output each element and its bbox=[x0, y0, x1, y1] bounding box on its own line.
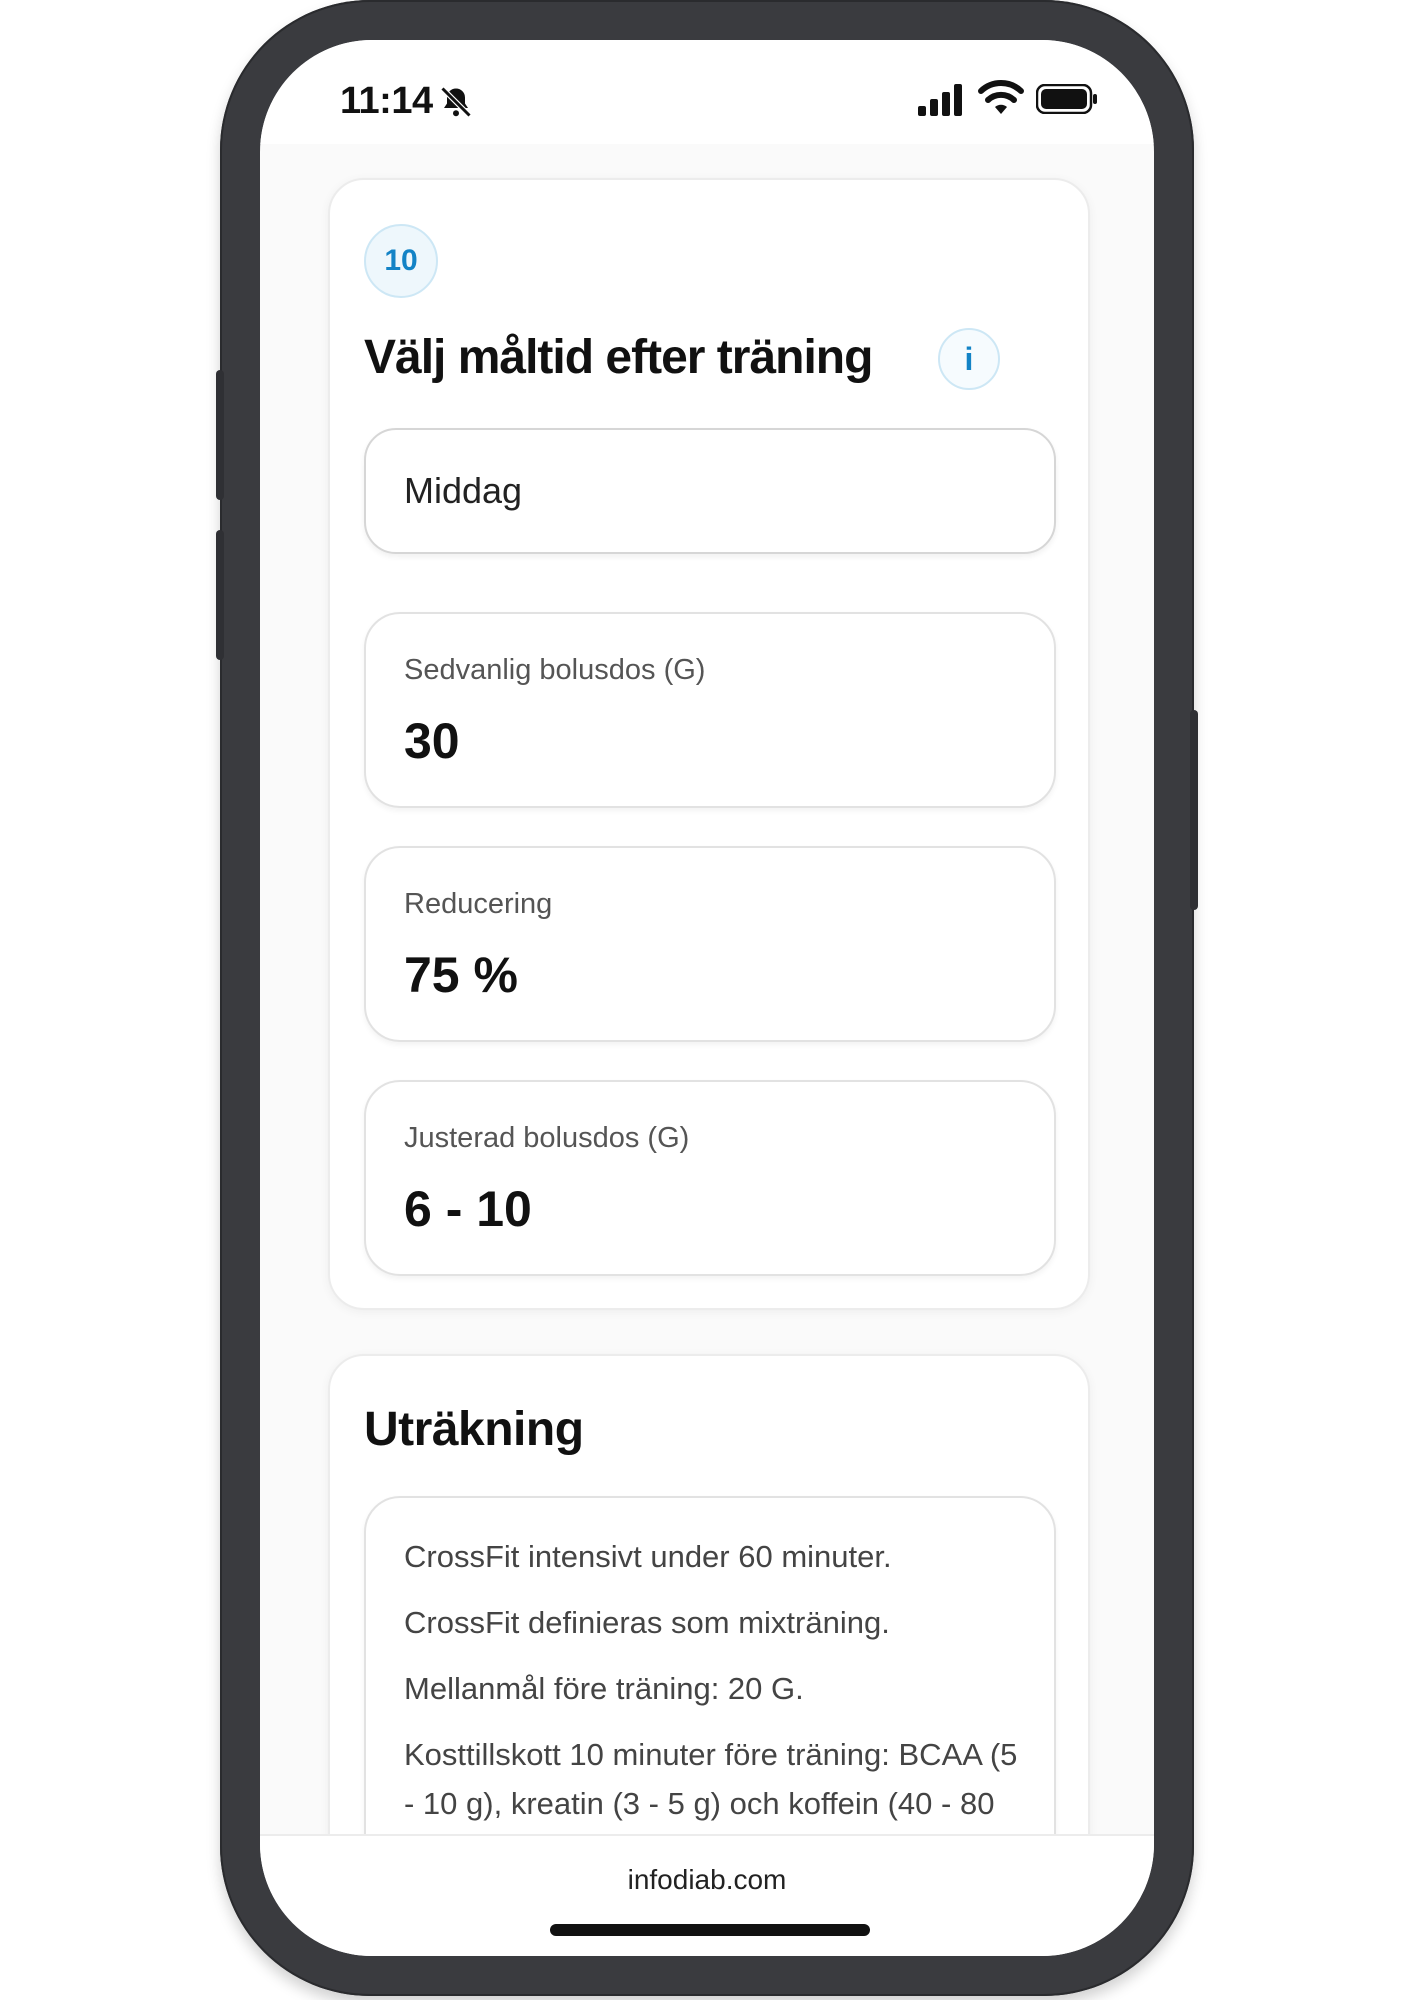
wifi-icon bbox=[978, 80, 1024, 114]
adjusted-bolus-field: Justerad bolusdos (G) 6 - 10 bbox=[364, 1080, 1056, 1276]
field-value: 75 % bbox=[404, 947, 518, 1003]
page-content: 10 Välj måltid efter träning i Middag Se… bbox=[260, 144, 1154, 1844]
calculation-card: Uträkning CrossFit intensivt under 60 mi… bbox=[328, 1354, 1090, 1844]
power-button bbox=[1190, 710, 1198, 910]
meal-card: 10 Välj måltid efter träning i Middag Se… bbox=[328, 178, 1090, 1310]
calculation-line: Mellanmål före träning: 20 G. bbox=[404, 1671, 804, 1706]
calculation-line: CrossFit definieras som mixträning. bbox=[404, 1605, 890, 1640]
meal-select[interactable]: Middag bbox=[364, 428, 1056, 554]
phone-screen: 11:14 10 Välj måltid efter träning i Mid… bbox=[260, 40, 1154, 1956]
reduction-field: Reducering 75 % bbox=[364, 846, 1056, 1042]
phone-frame: 11:14 10 Välj måltid efter träning i Mid… bbox=[216, 0, 1198, 1996]
calculation-line: Kosttillskott 10 minuter före träning: B… bbox=[404, 1737, 1018, 1844]
page-title: Välj måltid efter träning bbox=[364, 331, 873, 384]
calculation-box: CrossFit intensivt under 60 minuter. Cro… bbox=[364, 1496, 1056, 1844]
volume-down-button bbox=[216, 530, 224, 660]
url-bar[interactable]: infodiab.com bbox=[260, 1864, 1154, 1896]
field-value: 30 bbox=[404, 713, 460, 769]
field-label: Sedvanlig bolusdos (G) bbox=[404, 654, 706, 686]
calculation-title: Uträkning bbox=[364, 1403, 584, 1456]
field-value: 6 - 10 bbox=[404, 1181, 532, 1237]
signal-icon bbox=[918, 84, 962, 116]
volume-up-button bbox=[216, 370, 224, 500]
home-indicator[interactable] bbox=[550, 1924, 870, 1936]
field-label: Justerad bolusdos (G) bbox=[404, 1122, 690, 1154]
bell-slash-icon bbox=[440, 86, 472, 118]
step-badge: 10 bbox=[364, 224, 438, 298]
browser-bar: infodiab.com bbox=[260, 1834, 1154, 1956]
status-time: 11:14 bbox=[340, 80, 433, 122]
battery-icon bbox=[1036, 84, 1097, 114]
field-label: Reducering bbox=[404, 888, 553, 920]
calculation-line: CrossFit intensivt under 60 minuter. bbox=[404, 1539, 892, 1574]
info-button[interactable]: i bbox=[938, 328, 1000, 390]
usual-bolus-field: Sedvanlig bolusdos (G) 30 bbox=[364, 612, 1056, 808]
status-bar: 11:14 bbox=[260, 40, 1154, 144]
